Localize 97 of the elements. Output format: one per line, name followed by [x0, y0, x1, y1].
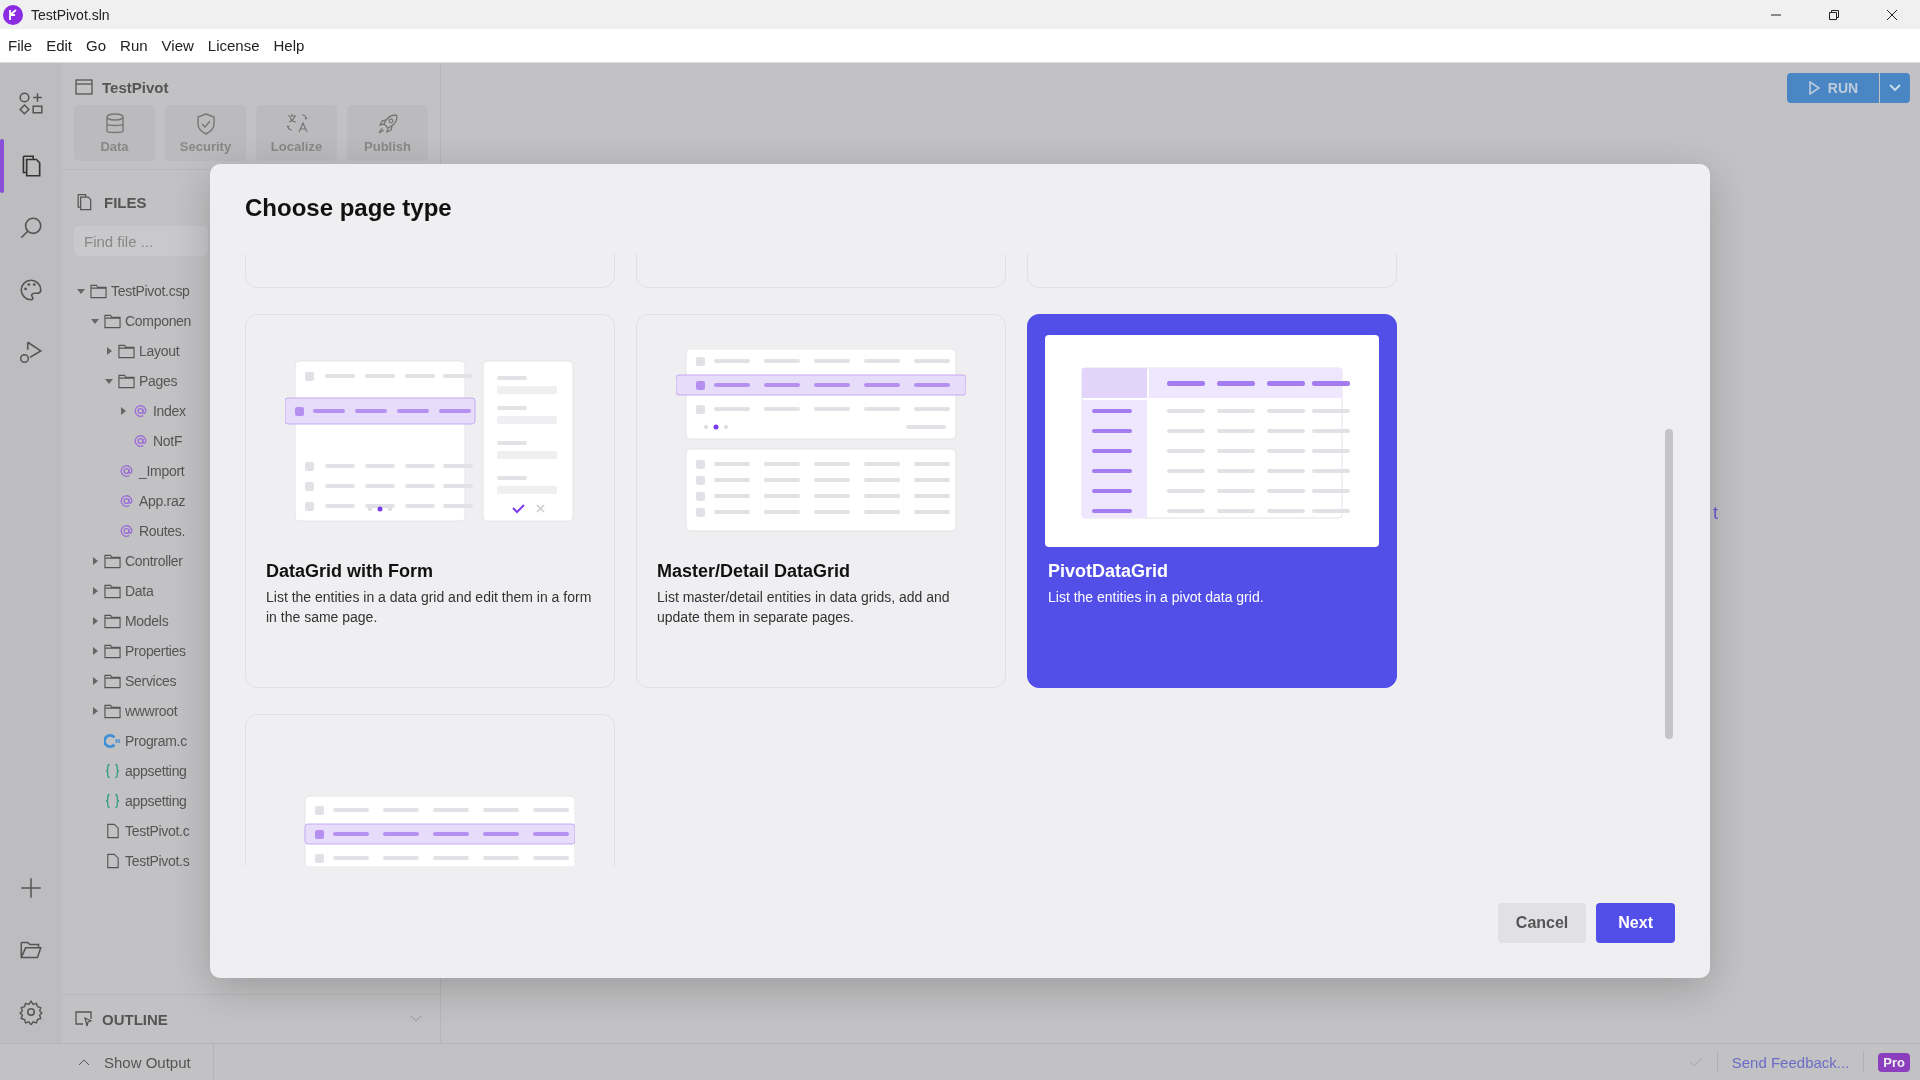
caret-icon[interactable] — [90, 646, 100, 656]
menu-item[interactable]: Edit — [46, 37, 73, 54]
run-button[interactable]: RUN — [1787, 73, 1879, 103]
tree-item[interactable]: Data — [62, 576, 154, 606]
show-output-button[interactable]: Show Output — [62, 1044, 214, 1080]
run-dropdown-button[interactable] — [1880, 73, 1910, 103]
caret-icon[interactable] — [90, 586, 100, 596]
file-icon — [104, 853, 121, 869]
tree-item[interactable]: TestPivot.csp — [62, 276, 190, 306]
tree-item[interactable]: Index — [62, 396, 186, 426]
caret-icon[interactable] — [118, 406, 128, 416]
card-description: List the entities in a data grid and edit them in a form in the same page. — [266, 588, 593, 627]
braces-icon — [104, 763, 121, 779]
at-sign-icon — [118, 523, 135, 539]
tree-item[interactable]: Models — [62, 606, 169, 636]
caret-icon[interactable] — [90, 676, 100, 686]
folder-icon — [104, 613, 121, 629]
window-icon — [74, 77, 94, 97]
settings-icon[interactable] — [18, 999, 44, 1025]
at-sign-icon — [132, 403, 149, 419]
tree-item[interactable]: Pages — [62, 366, 178, 396]
tree-item[interactable]: TestPivot.s — [62, 846, 190, 876]
find-file-field[interactable]: Find file ... — [74, 226, 208, 256]
menu-item[interactable]: File — [8, 37, 33, 54]
card-description: List the entities in a pivot data grid. — [1048, 588, 1265, 607]
play-icon — [1807, 81, 1820, 95]
menu-item[interactable]: License — [207, 37, 260, 54]
at-sign-icon — [118, 463, 135, 479]
app-logo-icon — [3, 4, 23, 25]
page-type-card[interactable]: Master/Detail DataGrid List master/detail entities in data grids, add and update them in separate pages. — [636, 314, 1006, 688]
card-description: List master/detail entities in data grids, add and update them in separate pages. — [657, 588, 951, 627]
caret-icon[interactable] — [104, 346, 114, 356]
caret-icon[interactable] — [90, 556, 100, 566]
next-button[interactable]: Next — [1596, 903, 1675, 943]
tree-item[interactable]: Program.c — [62, 726, 187, 756]
tree-item[interactable]: Layout — [62, 336, 180, 366]
folder-icon — [104, 703, 121, 719]
menu-item[interactable]: Go — [86, 37, 107, 54]
tree-item[interactable]: Componen — [62, 306, 192, 336]
menu-item[interactable]: Help — [273, 37, 305, 54]
tree-item[interactable]: TestPivot.c — [62, 816, 190, 846]
tree-item[interactable]: _Import — [62, 456, 185, 486]
tree-item[interactable]: NotF — [62, 426, 183, 456]
add-icon[interactable] — [18, 875, 44, 901]
project-title: TestPivot — [102, 78, 169, 96]
tree-item[interactable]: Properties — [62, 636, 186, 666]
shapes-icon — [18, 91, 44, 117]
file-icon — [104, 823, 121, 839]
page-type-card[interactable]: PivotDataGrid List the entities in a pivot data grid. — [1027, 314, 1397, 688]
close-icon[interactable] — [1886, 8, 1898, 21]
outline-heading: OUTLINE — [102, 1010, 168, 1028]
caret-icon[interactable] — [90, 706, 100, 716]
caret-icon[interactable] — [104, 376, 114, 386]
menu-item[interactable]: Run — [120, 37, 148, 54]
tree-item[interactable]: appsetting — [62, 756, 187, 786]
check-icon — [1688, 1057, 1703, 1067]
palette-icon — [18, 277, 44, 303]
restore-icon[interactable] — [1828, 8, 1840, 21]
braces-icon — [104, 793, 121, 809]
run-debug-icon — [18, 339, 44, 365]
at-sign-icon — [132, 433, 149, 449]
card-title: DataGrid with Form — [266, 561, 434, 582]
folder-icon — [104, 583, 121, 599]
tree-item[interactable]: Controller — [62, 546, 183, 576]
folder-icon — [104, 313, 121, 329]
folder-icon — [104, 643, 121, 659]
chevron-down-icon — [1889, 84, 1901, 92]
card-title: PivotDataGrid — [1048, 561, 1170, 582]
menu-item[interactable]: View — [161, 37, 194, 54]
scrollbar[interactable] — [1665, 429, 1673, 739]
link-text[interactable]: t — [1713, 503, 1718, 524]
folder-icon — [104, 553, 121, 569]
caret-icon[interactable] — [76, 286, 86, 296]
send-feedback-link[interactable]: Send Feedback... — [1731, 1053, 1850, 1071]
folder-icon — [90, 283, 107, 299]
tree-item[interactable]: wwwroot — [62, 696, 178, 726]
at-sign-icon — [118, 493, 135, 509]
tree-item[interactable]: appsetting — [62, 786, 187, 816]
tree-item[interactable]: App.raz — [62, 486, 186, 516]
caret-icon[interactable] — [90, 316, 100, 326]
window-title: TestPivot.sln — [31, 6, 110, 23]
search-icon — [18, 215, 44, 241]
tree-item[interactable]: Services — [62, 666, 177, 696]
page-type-card[interactable]: DataGrid with Form List the entities in a data grid and edit them in a form in the same page. — [245, 314, 615, 688]
pro-badge: Pro — [1878, 1052, 1910, 1072]
dialog-title: Choose page type — [245, 194, 453, 222]
folder-icon — [104, 673, 121, 689]
card-title: Master/Detail DataGrid — [657, 561, 852, 582]
tree-item[interactable]: Routes. — [62, 516, 186, 546]
chevron-up-icon — [78, 1058, 90, 1066]
csharp-icon — [104, 733, 121, 749]
caret-icon[interactable] — [90, 616, 100, 626]
folder-icon — [118, 373, 135, 389]
outline-icon — [74, 1009, 94, 1029]
cancel-button[interactable]: Cancel — [1497, 903, 1587, 943]
folder-icon — [118, 343, 135, 359]
files-heading: FILES — [104, 193, 147, 211]
